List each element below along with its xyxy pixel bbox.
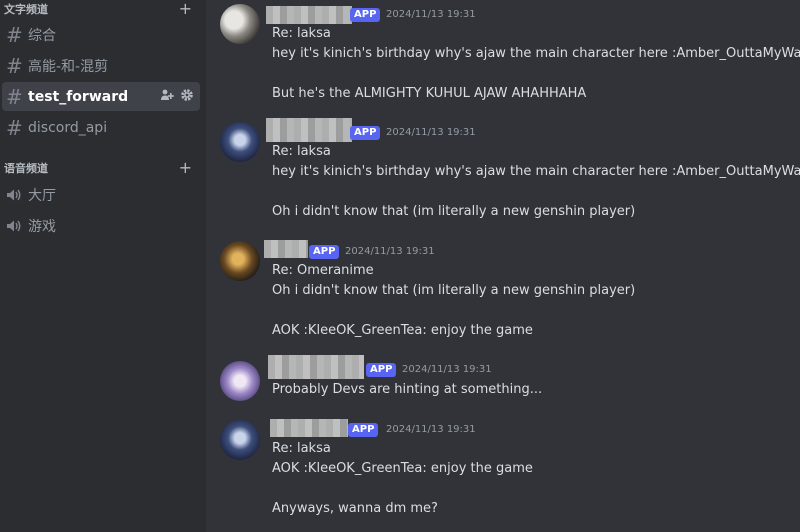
app-badge: APP bbox=[350, 126, 381, 140]
timestamp: 2024/11/13 19:31 bbox=[402, 364, 492, 375]
channel-item[interactable]: # 综合 bbox=[2, 20, 200, 49]
hash-icon: # bbox=[6, 115, 23, 140]
channel-label: 高能-和-混剪 bbox=[28, 58, 109, 75]
username-redacted[interactable] bbox=[268, 355, 364, 379]
message-line: Re: laksa bbox=[272, 26, 331, 41]
voice-channel-item[interactable]: 大厅 bbox=[2, 180, 200, 209]
message-line: AOK :KleeOK_GreenTea: enjoy the game bbox=[272, 461, 533, 476]
speaker-icon bbox=[6, 188, 28, 202]
channel-item[interactable]: # 高能-和-混剪 bbox=[2, 51, 200, 80]
channel-sidebar: 文字频道 + # 综合 # 高能-和-混剪 # test_forward # d… bbox=[0, 0, 206, 532]
channel-item[interactable]: # discord_api bbox=[2, 113, 200, 142]
hash-icon: # bbox=[6, 53, 23, 78]
category-label: 文字频道 bbox=[4, 3, 48, 16]
text-channels-category[interactable]: 文字频道 + bbox=[4, 1, 200, 17]
channel-label: 大厅 bbox=[28, 187, 56, 204]
message-line: Re: laksa bbox=[272, 144, 331, 159]
avatar[interactable] bbox=[220, 122, 260, 162]
create-invite-icon[interactable] bbox=[160, 88, 174, 106]
hash-icon: # bbox=[6, 22, 23, 47]
channel-label: 综合 bbox=[28, 27, 56, 44]
app-badge: APP bbox=[348, 423, 379, 437]
gear-icon[interactable] bbox=[180, 88, 194, 106]
message-line: Re: laksa bbox=[272, 441, 331, 456]
message-line: But he's the ALMIGHTY KUHUL AJAW AHAHHAH… bbox=[272, 86, 587, 101]
timestamp: 2024/11/13 19:31 bbox=[386, 424, 476, 435]
app-badge: APP bbox=[350, 8, 381, 22]
channel-label: test_forward bbox=[28, 88, 129, 105]
timestamp: 2024/11/13 19:31 bbox=[345, 246, 435, 257]
message-list: APP 2024/11/13 19:31 Re: laksa hey it's … bbox=[206, 0, 800, 532]
app-badge: APP bbox=[366, 363, 397, 377]
message-line: AOK :KleeOK_GreenTea: enjoy the game bbox=[272, 323, 533, 338]
voice-channel-item[interactable]: 游戏 bbox=[2, 211, 200, 240]
channel-item-active[interactable]: # test_forward bbox=[2, 82, 200, 111]
avatar[interactable] bbox=[220, 4, 260, 44]
message-line: Anyways, wanna dm me? bbox=[272, 501, 438, 516]
avatar[interactable] bbox=[220, 420, 260, 460]
hash-icon: # bbox=[6, 84, 23, 109]
category-label: 语音频道 bbox=[4, 162, 48, 175]
username-redacted[interactable] bbox=[270, 419, 348, 437]
channel-label: discord_api bbox=[28, 119, 108, 136]
message-line: hey it's kinich's birthday why's ajaw th… bbox=[272, 46, 800, 61]
app-badge: APP bbox=[309, 245, 340, 259]
avatar[interactable] bbox=[220, 241, 260, 281]
voice-channels-category[interactable]: 语音频道 + bbox=[4, 160, 200, 176]
channel-label: 游戏 bbox=[28, 218, 56, 235]
avatar[interactable] bbox=[220, 361, 260, 401]
message-line: Oh i didn't know that (im literally a ne… bbox=[272, 283, 636, 298]
speaker-icon bbox=[6, 219, 28, 233]
username-redacted[interactable] bbox=[266, 118, 352, 142]
message-line: Probably Devs are hinting at something..… bbox=[272, 382, 543, 397]
message-line: Re: Omeranime bbox=[272, 263, 374, 278]
message-line: Oh i didn't know that (im literally a ne… bbox=[272, 204, 636, 219]
username-redacted[interactable] bbox=[264, 240, 308, 258]
add-text-channel-icon[interactable]: + bbox=[179, 1, 192, 17]
timestamp: 2024/11/13 19:31 bbox=[386, 127, 476, 138]
message-line: hey it's kinich's birthday why's ajaw th… bbox=[272, 164, 800, 179]
add-voice-channel-icon[interactable]: + bbox=[179, 160, 192, 176]
username-redacted[interactable] bbox=[266, 6, 352, 24]
timestamp: 2024/11/13 19:31 bbox=[386, 9, 476, 20]
